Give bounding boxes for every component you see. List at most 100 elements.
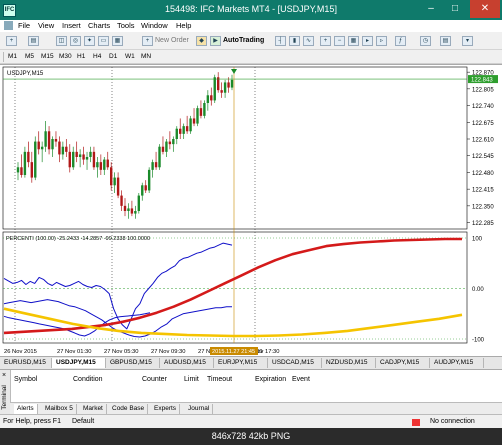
column-timeout[interactable]: Timeout [207,376,232,383]
timeframe-d1[interactable]: D1 [109,53,117,60]
chart-tab-gbpusd[interactable]: GBPUSD,M15 [106,358,160,368]
metaeditor-icon[interactable]: ◆ [196,36,207,46]
line-chart-icon[interactable]: ∿ [303,36,314,46]
candle-body [199,108,203,116]
autoscroll-icon[interactable]: ▸ [362,36,373,46]
time-tick-label: 26 Nov 2015 [4,349,37,355]
periods-icon[interactable]: ◷ [420,36,431,46]
chart-tab-cadjpy[interactable]: CADJPY,M15 [376,358,430,368]
menu-file[interactable]: File [18,21,30,30]
column-symbol[interactable]: Symbol [14,376,37,383]
chart-tab-audusd[interactable]: AUDUSD,M15 [160,358,214,368]
time-tick-label: 27 Nov 05:30 [104,349,138,355]
candle-body [37,141,40,150]
chart-tab-nzdusd[interactable]: NZDUSD,M15 [322,358,376,368]
profiles-icon[interactable]: ▤ [28,36,39,46]
tab-experts[interactable]: Experts [151,404,181,414]
candle-body [151,162,154,170]
candle-body [196,108,199,124]
chart-tab-eurjpy[interactable]: EURJPY,M15 [214,358,268,368]
menu-window[interactable]: Window [141,21,168,30]
tab-mailbox[interactable]: Mailbox 5 [42,404,77,414]
menu-insert[interactable]: Insert [62,21,81,30]
candle-body [144,185,147,191]
chart-tab-usdcad[interactable]: USDCAD,M15 [268,358,322,368]
indicator-tick-label: 100 [472,237,483,243]
menu-charts[interactable]: Charts [88,21,110,30]
status-bar: For Help, press F1 Default No connection [0,414,502,429]
tab-journal[interactable]: Journal [185,404,214,414]
candle-body [210,95,213,101]
market-watch-icon[interactable]: ◫ [56,36,67,46]
new-chart-icon[interactable]: + [6,36,17,46]
time-highlight-label: 2015.11.27 21:45 [212,349,255,355]
candle-body [54,139,58,142]
indicator-label: PERCENTI (100.00) -25.2433 -14.2857 -99.… [6,236,150,242]
timeframe-w1[interactable]: W1 [125,53,135,60]
menu-help[interactable]: Help [176,21,191,30]
menu-bar: File View Insert Charts Tools Window Hel… [0,20,502,32]
candle-body [230,79,234,88]
candle-body [175,128,178,139]
chart-shift-icon[interactable]: ▹ [376,36,387,46]
candle-body [47,131,51,150]
candle-body [92,151,96,168]
timeframe-h4[interactable]: H4 [93,53,101,60]
timeframe-m5[interactable]: M5 [25,53,34,60]
chart-tab-eurusd[interactable]: EURUSD,M15 [0,358,52,368]
tab-alerts[interactable]: Alerts [14,404,38,414]
chart-tab-usdjpy[interactable]: USDJPY,M15 [52,358,106,368]
candle-body [30,162,34,178]
column-counter[interactable]: Counter [142,376,167,383]
candle-body [44,131,47,147]
indicators-icon[interactable]: ƒ [395,36,406,46]
bar-chart-icon[interactable]: ┤ [275,36,286,46]
column-event[interactable]: Event [292,376,310,383]
chart-window[interactable]: 122.870 122.805 122.740 122.675 122.610 122.5… [0,64,502,357]
candle-body [141,185,144,196]
zoom-in-icon[interactable]: + [320,36,331,46]
maximize-button[interactable]: □ [444,0,466,18]
autotrading-button[interactable]: AutoTrading [223,37,264,44]
tab-market[interactable]: Market [80,404,107,414]
candle-body [78,154,82,157]
options-icon[interactable]: ▾ [462,36,473,46]
status-help: For Help, press F1 [3,418,61,425]
column-condition[interactable]: Condition [73,376,103,383]
timeframe-h1[interactable]: H1 [77,53,85,60]
navigator-icon[interactable]: ✦ [84,36,95,46]
zoom-out-icon[interactable]: − [334,36,345,46]
app-window: IFC 154498: IFC Markets MT4 - [USDJPY,M1… [0,0,502,429]
candle-body [161,146,165,152]
tab-code-base[interactable]: Code Base [109,404,149,414]
price-chart[interactable]: 122.870122.805122.740122.675122.610122.5… [0,65,502,357]
column-limit[interactable]: Limit [184,376,199,383]
autotrading-icon[interactable]: ▶ [210,36,221,46]
candle-body [34,141,37,178]
timeframe-m1[interactable]: M1 [8,53,17,60]
new-order-button[interactable]: New Order [155,37,189,44]
candle-body [168,141,172,145]
candle-body [123,205,127,211]
menu-tools[interactable]: Tools [117,21,135,30]
tester-icon[interactable]: ▦ [112,36,123,46]
candle-body [58,141,61,155]
chart-tab-audjpy[interactable]: AUDJPY,M15 [430,358,484,368]
candlestick-icon[interactable]: ▮ [289,36,300,46]
candle-body [220,90,223,93]
new-order-icon[interactable]: + [142,36,153,46]
column-expiration[interactable]: Expiration [255,376,286,383]
minimize-button[interactable]: – [420,0,442,18]
terminal-icon[interactable]: ▭ [98,36,109,46]
close-button[interactable]: ✕ [470,0,500,18]
data-window-icon[interactable]: ◎ [70,36,81,46]
menu-view[interactable]: View [38,21,54,30]
tile-windows-icon[interactable]: ▦ [348,36,359,46]
timeframe-m15[interactable]: M15 [41,53,54,60]
current-price-label: 122.843 [471,78,493,84]
terminal-close-icon[interactable]: × [2,372,6,379]
toolbar-grip [3,52,4,62]
templates-icon[interactable]: ▤ [440,36,451,46]
timeframe-m30[interactable]: M30 [59,53,72,60]
timeframe-mn[interactable]: MN [141,53,151,60]
